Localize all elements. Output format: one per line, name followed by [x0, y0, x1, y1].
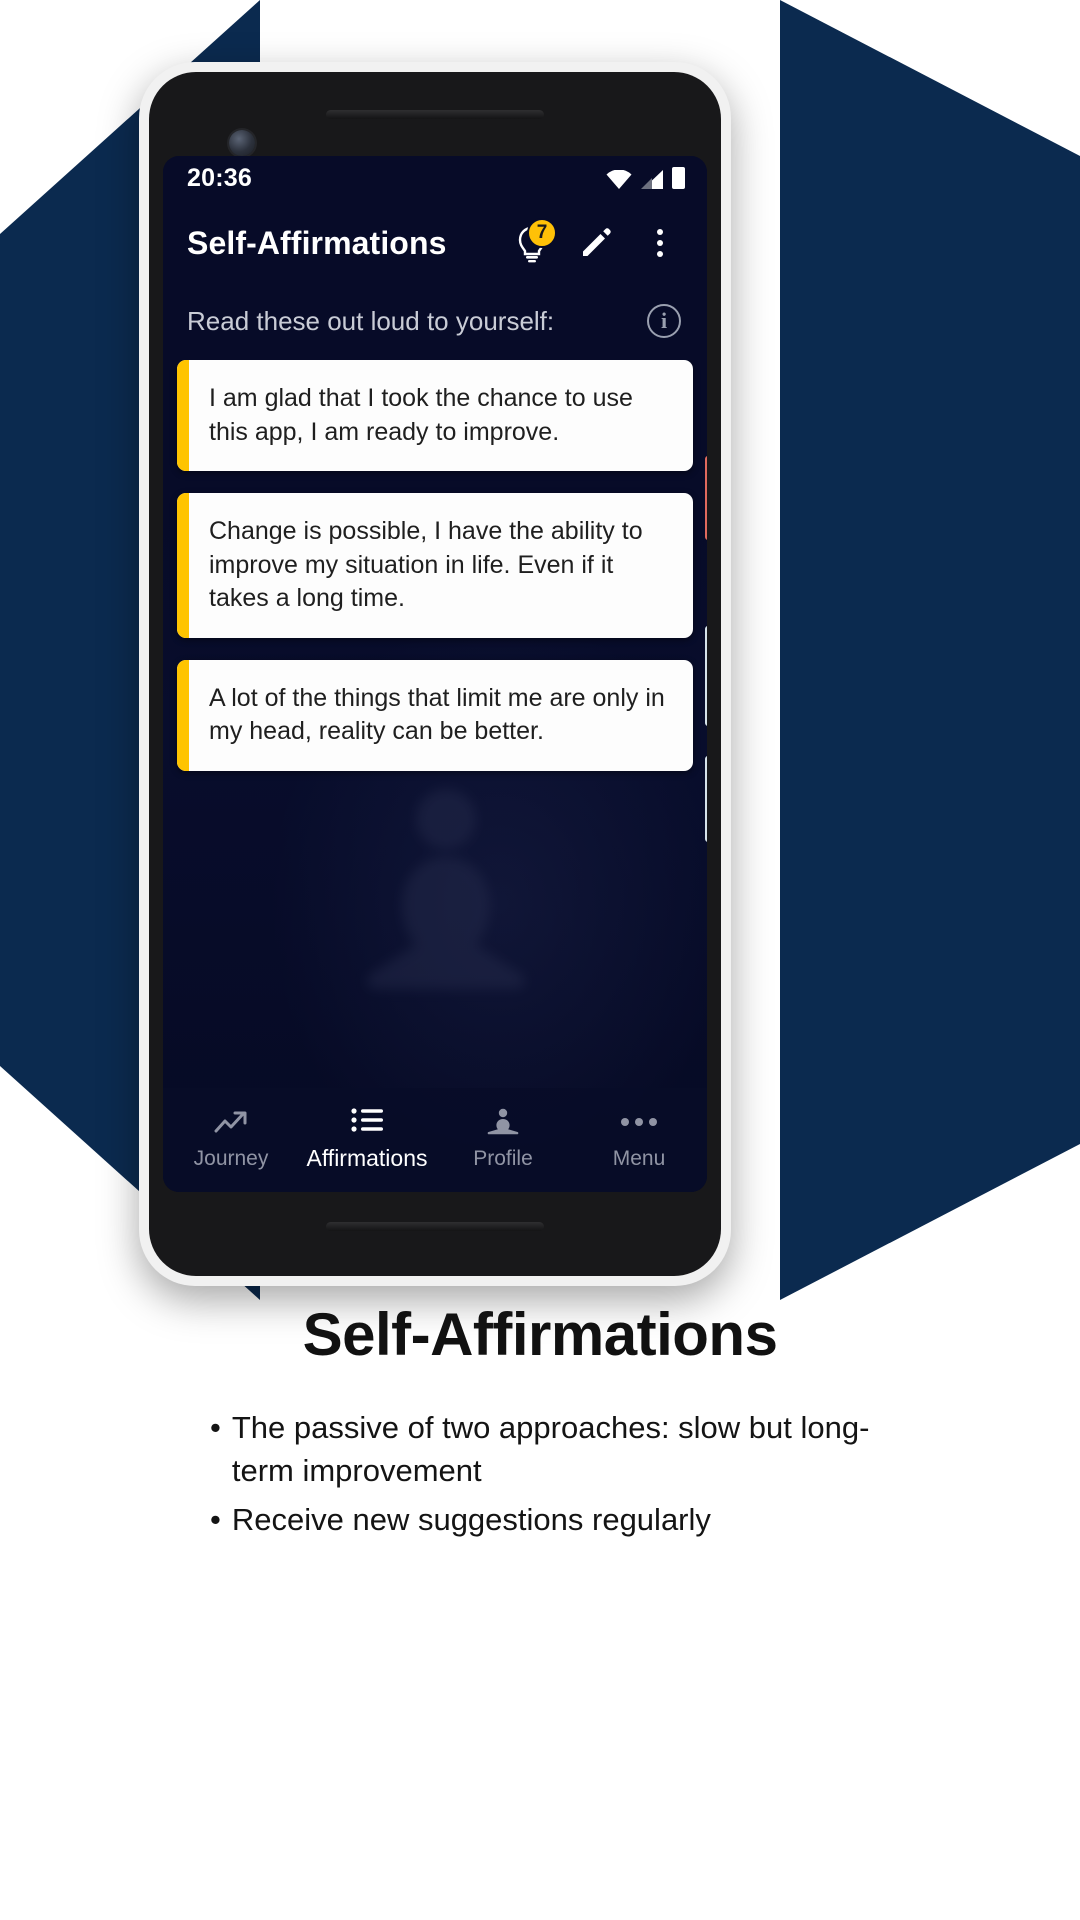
trending-up-icon [214, 1106, 248, 1138]
nav-item-journey[interactable]: Journey [163, 1106, 299, 1171]
status-bar-clock: 20:36 [187, 163, 252, 192]
list-icon [351, 1104, 383, 1136]
bullet-glyph: • [210, 1410, 221, 1445]
info-icon[interactable]: i [647, 304, 681, 338]
nav-label: Affirmations [306, 1145, 428, 1171]
lightbulb-suggestions-button[interactable]: 7 [505, 216, 559, 270]
nav-label: Journey [193, 1146, 269, 1170]
overflow-menu-icon [657, 229, 663, 257]
nav-item-profile[interactable]: Profile [435, 1106, 571, 1171]
instruction-label: Read these out loud to yourself: [187, 305, 555, 336]
nav-item-affirmations[interactable]: Affirmations [299, 1104, 435, 1172]
bottom-navigation-bar: Journey Affirmations Profile Menu [163, 1088, 707, 1192]
card-accent-stripe [177, 493, 189, 638]
nav-label: Menu [612, 1146, 666, 1170]
caption-bullet-item: • The passive of two approaches: slow bu… [210, 1407, 870, 1493]
nav-item-menu[interactable]: Menu [571, 1106, 707, 1171]
meditation-person-icon [486, 1106, 520, 1138]
status-bar: 20:36 [163, 156, 707, 200]
affirmation-text: Change is possible, I have the ability t… [209, 517, 643, 612]
affirmation-card[interactable]: A lot of the things that limit me are on… [177, 659, 693, 771]
card-accent-stripe [177, 659, 189, 771]
edit-pencil-icon [583, 228, 611, 256]
bullet-glyph: • [210, 1501, 221, 1537]
app-bar: Self-Affirmations 7 [163, 200, 707, 286]
phone-device-frame: 20:36 Self-Affirmations 7 Read these out… [139, 62, 731, 1286]
bottom-speaker [326, 1222, 544, 1231]
earpiece-speaker [326, 110, 544, 119]
card-accent-stripe [177, 360, 189, 471]
instruction-row: Read these out loud to yourself: i [163, 286, 707, 360]
edge-tab-light-1[interactable] [705, 626, 707, 726]
affirmation-list: I am glad that I took the chance to use … [163, 360, 707, 1088]
status-bar-icons [606, 167, 685, 189]
caption-title: Self-Affirmations [302, 1301, 778, 1368]
affirmation-text: A lot of the things that limit me are on… [209, 683, 665, 746]
edge-tab-light-2[interactable] [705, 756, 707, 842]
wifi-icon [606, 170, 632, 189]
front-camera-icon [229, 130, 255, 156]
battery-icon [672, 167, 685, 189]
affirmation-card[interactable]: I am glad that I took the chance to use … [177, 360, 693, 471]
more-horizontal-icon [621, 1106, 657, 1138]
phone-bottom-bezel [163, 1192, 707, 1254]
caption-bullet-item: • Receive new suggestions regularly [210, 1499, 870, 1542]
affirmation-text: I am glad that I took the chance to use … [209, 384, 633, 446]
nav-label: Profile [473, 1146, 533, 1170]
caption-bullet-list: • The passive of two approaches: slow bu… [210, 1407, 870, 1541]
page-title: Self-Affirmations [187, 224, 447, 261]
phone-screen: 20:36 Self-Affirmations 7 Read these out… [163, 156, 707, 1192]
phone-bezel: 20:36 Self-Affirmations 7 Read these out… [149, 72, 721, 1276]
bullet-text: The passive of two approaches: slow but … [231, 1410, 870, 1488]
caption-block: Self-Affirmations • The passive of two a… [0, 1300, 1080, 1547]
cellular-signal-icon [641, 170, 663, 189]
bullet-text: Receive new suggestions regularly [231, 1501, 711, 1537]
edge-tab-red[interactable] [705, 456, 707, 540]
overflow-menu-button[interactable] [633, 216, 687, 270]
lightbulb-badge-count: 7 [527, 218, 557, 248]
phone-top-bezel [163, 94, 707, 156]
decorative-wedge-right [780, 0, 1080, 1300]
edit-button[interactable] [569, 216, 623, 270]
affirmation-card[interactable]: Change is possible, I have the ability t… [177, 493, 693, 638]
